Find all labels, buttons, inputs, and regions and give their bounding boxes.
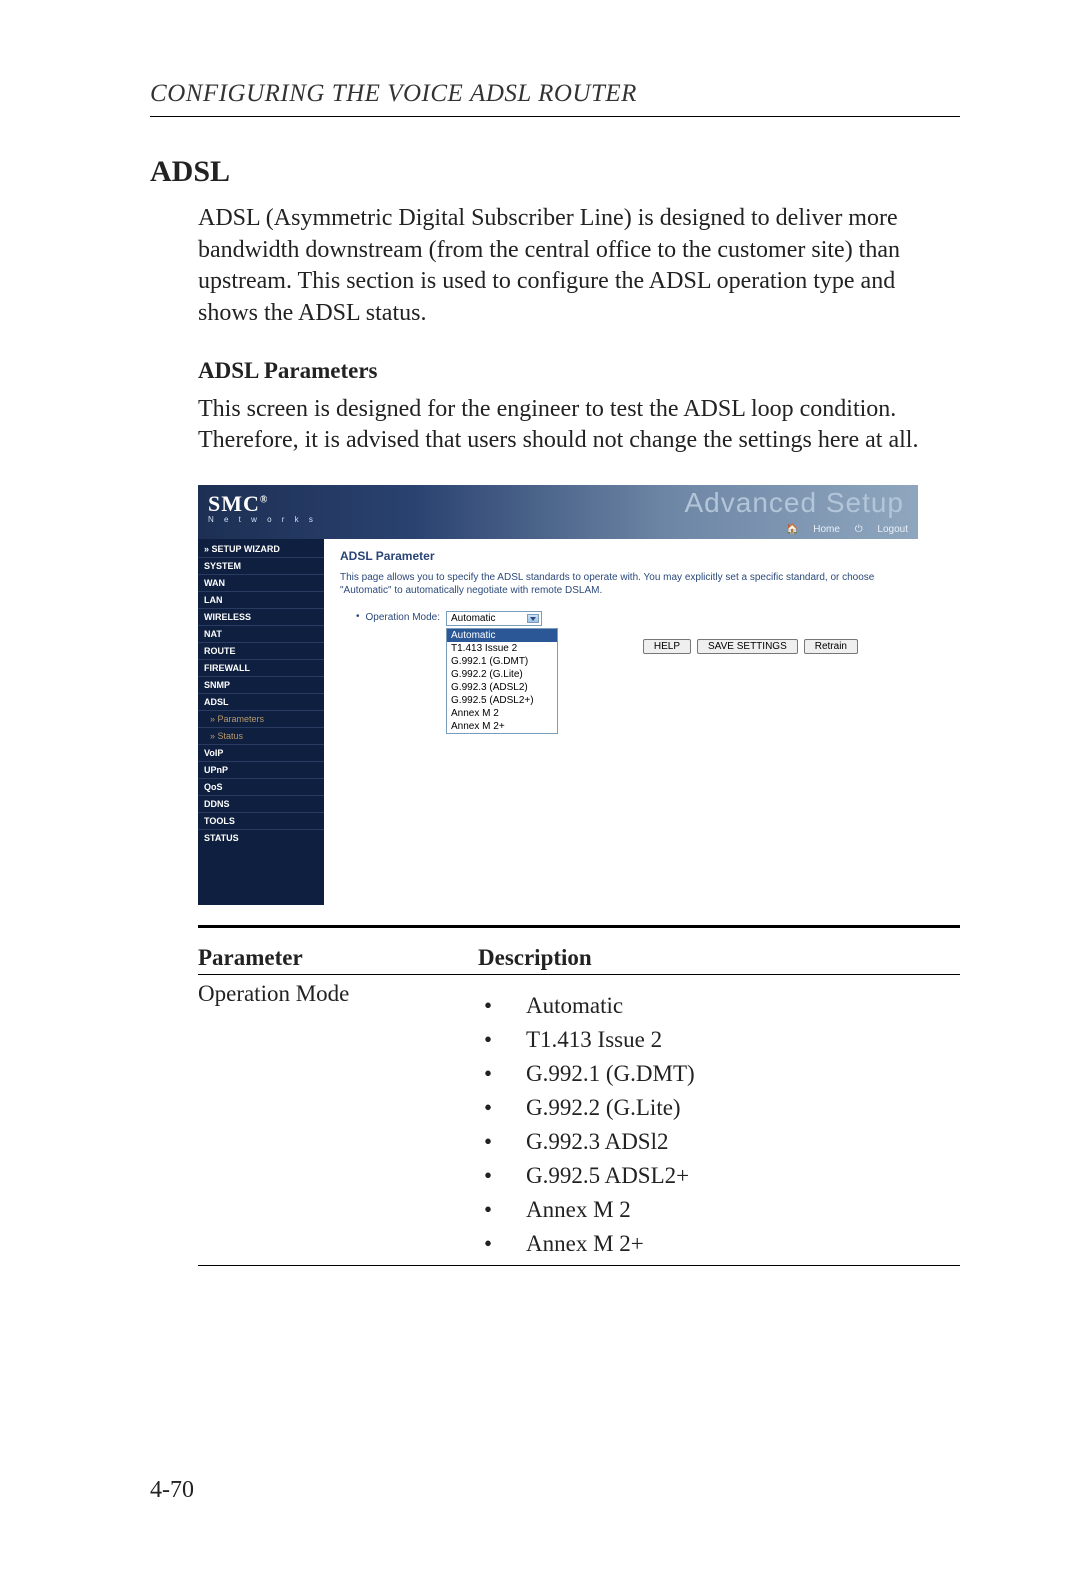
banner-title: Advanced Setup xyxy=(685,487,905,519)
list-item: G.992.2 (G.Lite) xyxy=(526,1095,681,1121)
list-item: Automatic xyxy=(526,993,623,1019)
list-item: G.992.1 (G.DMT) xyxy=(526,1061,695,1087)
divider xyxy=(198,925,960,928)
intro-paragraph: ADSL (Asymmetric Digital Subscriber Line… xyxy=(198,203,960,330)
button-row: HELP SAVE SETTINGS Retrain xyxy=(643,639,858,654)
sidebar-item[interactable]: ADSL xyxy=(198,693,324,710)
sidebar-item[interactable]: VoIP xyxy=(198,744,324,761)
sidebar-item[interactable]: DDNS xyxy=(198,795,324,812)
save-settings-button[interactable]: SAVE SETTINGS xyxy=(697,639,798,654)
sidebar-item[interactable]: » SETUP WIZARD xyxy=(198,541,324,557)
page-number: 4-70 xyxy=(150,1477,194,1504)
list-item: Annex M 2+ xyxy=(526,1231,644,1257)
sidebar: » SETUP WIZARD SYSTEM WAN LAN WIRELESS N… xyxy=(198,539,324,905)
operation-mode-dropdown[interactable]: Automatic T1.413 Issue 2 G.992.1 (G.DMT)… xyxy=(446,628,558,734)
sidebar-item[interactable]: SNMP xyxy=(198,676,324,693)
router-screenshot: SMC® N e t w o r k s Advanced Setup 🏠 Ho… xyxy=(198,485,918,905)
sidebar-item[interactable]: STATUS xyxy=(198,829,324,846)
bullet-icon: • xyxy=(356,611,360,622)
table-header-parameter: Parameter xyxy=(198,945,478,971)
banner-links: 🏠 Home ⏻ Logout xyxy=(774,524,908,535)
brand-logo: SMC® xyxy=(208,491,268,517)
sidebar-item[interactable]: TOOLS xyxy=(198,812,324,829)
table-cell-parameter: Operation Mode xyxy=(198,981,478,1261)
sidebar-item[interactable]: WIRELESS xyxy=(198,608,324,625)
retrain-button[interactable]: Retrain xyxy=(804,639,858,654)
sidebar-item[interactable]: FIREWALL xyxy=(198,659,324,676)
dropdown-option[interactable]: G.992.2 (G.Lite) xyxy=(447,668,557,681)
dropdown-option[interactable]: Annex M 2+ xyxy=(447,720,557,733)
sidebar-item[interactable]: QoS xyxy=(198,778,324,795)
list-item: T1.413 Issue 2 xyxy=(526,1027,662,1053)
document-page: CONFIGURING THE VOICE ADSL ROUTER ADSL A… xyxy=(0,0,1080,1570)
parameter-table: Parameter Description Operation Mode •Au… xyxy=(198,942,960,1266)
sidebar-subitem[interactable]: » Status xyxy=(198,727,324,744)
operation-mode-select[interactable]: Automatic Automatic T1.413 Issue 2 G.992… xyxy=(446,611,542,626)
body-paragraph: This screen is designed for the engineer… xyxy=(198,394,960,457)
dropdown-option[interactable]: Annex M 2 xyxy=(447,707,557,720)
help-button[interactable]: HELP xyxy=(643,639,691,654)
divider xyxy=(198,1265,960,1266)
panel-title: ADSL Parameter xyxy=(340,549,902,563)
sidebar-item[interactable]: LAN xyxy=(198,591,324,608)
content-panel: ADSL Parameter This page allows you to s… xyxy=(324,539,918,905)
sidebar-item[interactable]: UPnP xyxy=(198,761,324,778)
list-item: G.992.3 ADSl2 xyxy=(526,1129,669,1155)
divider xyxy=(150,116,960,117)
list-item: Annex M 2 xyxy=(526,1197,631,1223)
home-link[interactable]: 🏠 Home xyxy=(786,524,840,535)
table-header-description: Description xyxy=(478,945,960,971)
banner: SMC® N e t w o r k s Advanced Setup 🏠 Ho… xyxy=(198,485,918,539)
sidebar-item[interactable]: SYSTEM xyxy=(198,557,324,574)
list-item: G.992.5 ADSL2+ xyxy=(526,1163,689,1189)
sidebar-item[interactable]: WAN xyxy=(198,574,324,591)
subsection-title: ADSL Parameters xyxy=(198,358,960,384)
sidebar-subitem[interactable]: » Parameters xyxy=(198,710,324,727)
operation-mode-label: Operation Mode: xyxy=(366,611,441,623)
sidebar-item[interactable]: NAT xyxy=(198,625,324,642)
dropdown-option[interactable]: T1.413 Issue 2 xyxy=(447,642,557,655)
brand-subtext: N e t w o r k s xyxy=(208,515,317,524)
chapter-heading: CONFIGURING THE VOICE ADSL ROUTER xyxy=(150,80,960,108)
logout-link[interactable]: ⏻ Logout xyxy=(855,524,908,535)
dropdown-option[interactable]: G.992.1 (G.DMT) xyxy=(447,655,557,668)
table-cell-description: •Automatic •T1.413 Issue 2 •G.992.1 (G.D… xyxy=(478,981,960,1261)
panel-description: This page allows you to specify the ADSL… xyxy=(340,571,900,597)
sidebar-item[interactable]: ROUTE xyxy=(198,642,324,659)
dropdown-option[interactable]: G.992.5 (ADSL2+) xyxy=(447,694,557,707)
chevron-down-icon xyxy=(530,617,536,621)
dropdown-option[interactable]: G.992.3 (ADSL2) xyxy=(447,681,557,694)
dropdown-option[interactable]: Automatic xyxy=(447,629,557,642)
operation-mode-row: • Operation Mode: Automatic Automatic T1… xyxy=(356,611,902,626)
section-title: ADSL xyxy=(150,155,960,189)
